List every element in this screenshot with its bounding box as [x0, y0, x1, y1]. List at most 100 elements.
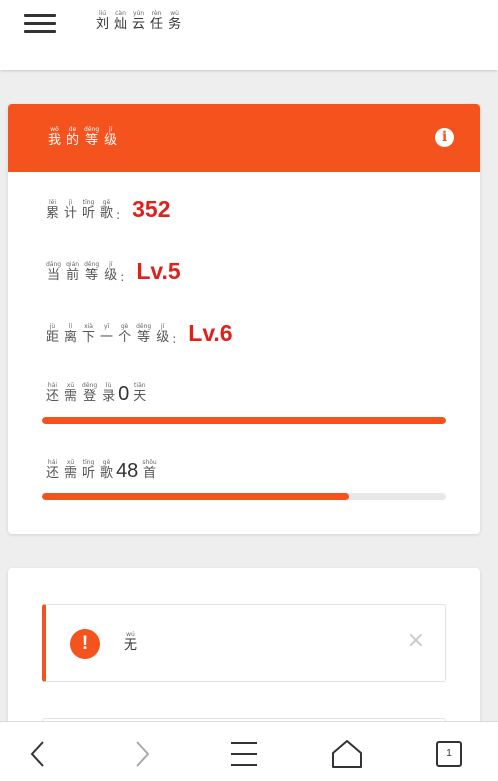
- pinyin: lí: [68, 323, 73, 330]
- back-button[interactable]: [20, 736, 56, 772]
- hanzi: 离: [64, 330, 78, 345]
- pinyin: de: [68, 126, 77, 133]
- pinyin-char: xià 下: [82, 323, 95, 346]
- level-card: wǒ 我 de 的 děng 等 jí 级 i lěi 累 jì 计 tīng 听 gē 歌 : 352 d…: [8, 104, 480, 534]
- pinyin-char: hái 还: [46, 459, 59, 482]
- hanzi: 级: [156, 330, 170, 345]
- pinyin-char: wú 无: [124, 631, 137, 654]
- hanzi: 一: [100, 330, 114, 345]
- colon: :: [116, 208, 121, 222]
- pinyin: xū: [66, 459, 75, 466]
- pinyin-char: yún 云: [132, 10, 145, 33]
- pinyin: gē: [102, 199, 111, 206]
- close-icon[interactable]: ×: [407, 629, 425, 653]
- hanzi: 云: [132, 17, 146, 32]
- notice-alert: ! wú 无 ×: [42, 604, 446, 682]
- pinyin: yún: [132, 10, 145, 17]
- chevron-left-icon: [30, 741, 44, 767]
- pinyin: děng: [84, 261, 100, 268]
- app-title: liú 刘 càn 灿 yún 云 rèn 任 wù 务: [96, 10, 186, 33]
- hanzi: 级: [104, 133, 118, 148]
- pinyin: lù: [105, 382, 112, 389]
- pinyin-char: tīng 听: [82, 199, 95, 222]
- hanzi: 听: [82, 466, 96, 481]
- tabs-button[interactable]: 1: [431, 736, 467, 772]
- menu-button[interactable]: [226, 736, 262, 772]
- pinyin: wǒ: [50, 126, 59, 133]
- pinyin-char: gē 歌: [100, 459, 113, 482]
- pinyin-char: dāng 当: [46, 261, 61, 284]
- pinyin: gè: [120, 323, 129, 330]
- pinyin-char: jí 级: [104, 126, 117, 149]
- pinyin: jì: [68, 199, 73, 206]
- pinyin-char: jí 级: [104, 261, 117, 284]
- pinyin: dēng: [82, 382, 98, 389]
- pinyin: jí: [108, 126, 113, 133]
- hanzi: 等: [137, 330, 151, 345]
- pinyin-char: xū 需: [64, 382, 77, 405]
- pinyin-char: jí 级: [156, 323, 169, 346]
- total-listened-label: lěi 累 jì 计 tīng 听 gē 歌: [46, 199, 118, 222]
- hanzi: 等: [85, 268, 99, 283]
- login-days-needed-row: hái 还 xū 需 dēng 登 lù 录 0 tiān 天: [46, 382, 151, 405]
- pinyin-char: děng 等: [84, 261, 99, 284]
- hanzi: 累: [46, 206, 60, 221]
- hanzi: 计: [64, 206, 78, 221]
- next-level-label: jù 距 lí 离 xià 下 yī 一 gè 个 děng 等 jí 级: [46, 323, 174, 346]
- notice-text: wú 无: [124, 631, 142, 654]
- browser-bottom-nav: 1: [0, 721, 498, 781]
- hanzi: 天: [133, 389, 147, 404]
- pinyin-char: càn 灿: [114, 10, 127, 33]
- pinyin: lěi: [48, 199, 57, 206]
- current-level-label: dāng 当 qián 前 děng 等 jí 级: [46, 261, 122, 284]
- hanzi: 级: [104, 268, 118, 283]
- hanzi: 登: [83, 389, 97, 404]
- pinyin: liú: [98, 10, 107, 17]
- hanzi: 还: [46, 466, 60, 481]
- pinyin-char: rèn 任: [150, 10, 163, 33]
- pinyin: děng: [84, 126, 100, 133]
- tabs-count-icon: 1: [436, 741, 462, 767]
- pinyin: tīng: [82, 199, 95, 206]
- pinyin: yī: [103, 323, 110, 330]
- pinyin-char: děng 等: [136, 323, 151, 346]
- pinyin-char: hái 还: [46, 382, 59, 405]
- pinyin-char: tiān 天: [133, 382, 146, 405]
- pinyin-char: qián 前: [66, 261, 79, 284]
- pinyin-char: lí 离: [64, 323, 77, 346]
- total-listened-value: 352: [132, 196, 171, 222]
- info-icon[interactable]: i: [435, 128, 454, 147]
- next-level-value: Lv.6: [188, 320, 233, 346]
- pinyin-char: wǒ 我: [48, 126, 61, 149]
- pinyin-char: de 的: [66, 126, 79, 149]
- hanzi: 听: [82, 206, 96, 221]
- songs-needed-value: 48: [116, 460, 139, 482]
- pinyin-char: tīng 听: [82, 459, 95, 482]
- hanzi: 还: [46, 389, 60, 404]
- pinyin-char: wù 务: [168, 10, 181, 33]
- login-days-progress-bar: [42, 417, 446, 424]
- hanzi: 当: [47, 268, 61, 283]
- hanzi: 需: [64, 389, 78, 404]
- pinyin-char: gē 歌: [100, 199, 113, 222]
- next-level-row: jù 距 lí 离 xià 下 yī 一 gè 个 děng 等 jí 级 : Lv.6: [46, 320, 233, 346]
- login-days-unit: tiān 天: [133, 382, 151, 405]
- pinyin-char: jù 距: [46, 323, 59, 346]
- pinyin: wù: [170, 10, 179, 17]
- current-level-value: Lv.5: [136, 258, 181, 284]
- forward-button[interactable]: [124, 736, 160, 772]
- hanzi: 我: [48, 133, 62, 148]
- pinyin: xū: [66, 382, 75, 389]
- pinyin: xià: [84, 323, 93, 330]
- hanzi: 务: [168, 17, 182, 32]
- hanzi: 个: [118, 330, 132, 345]
- home-button[interactable]: [329, 736, 365, 772]
- pinyin-char: lù 录: [102, 382, 115, 405]
- login-days-value: 0: [118, 383, 130, 405]
- hamburger-menu-icon[interactable]: [24, 14, 56, 34]
- hanzi: 歌: [100, 466, 114, 481]
- pinyin: tiān: [134, 382, 146, 389]
- pinyin-char: liú 刘: [96, 10, 109, 33]
- songs-progress-fill: [42, 493, 350, 500]
- pinyin-char: dēng 登: [82, 382, 97, 405]
